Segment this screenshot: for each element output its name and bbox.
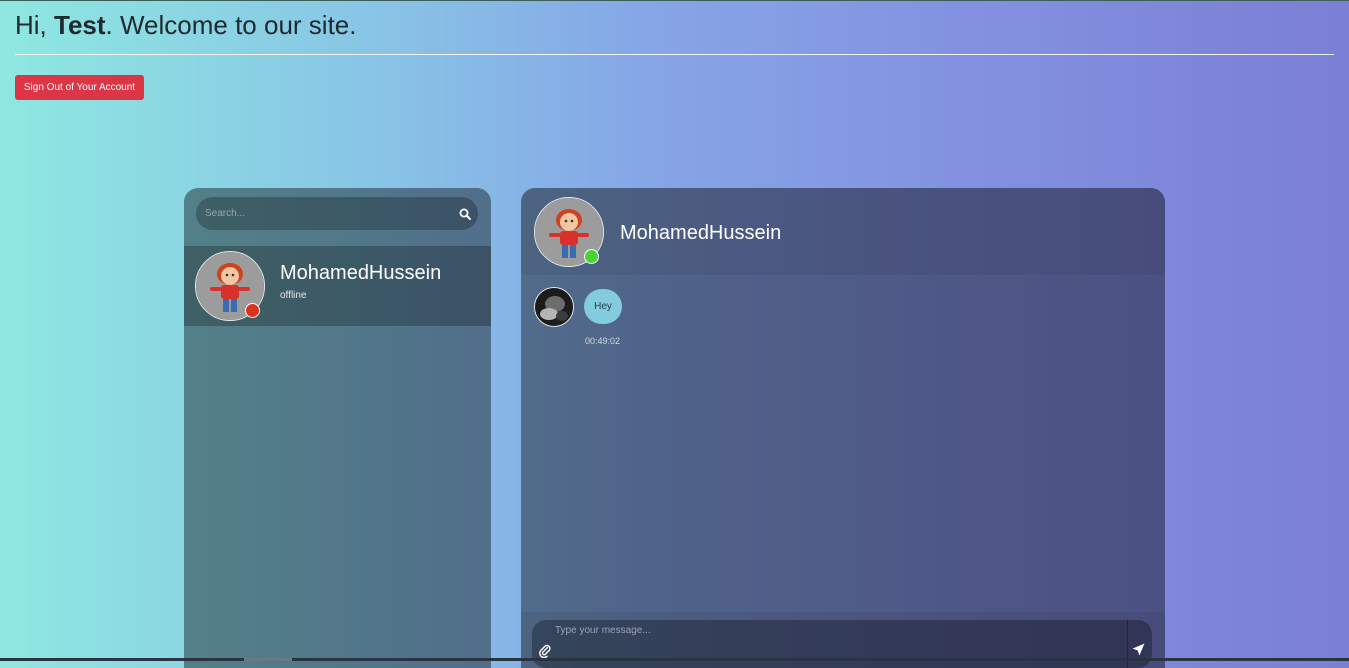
- search-input[interactable]: [196, 197, 445, 230]
- greeting-username: Test: [54, 10, 106, 40]
- search-box: [196, 197, 478, 230]
- search-icon[interactable]: [459, 208, 471, 220]
- message-input[interactable]: [555, 622, 1115, 638]
- online-status-dot: [584, 249, 599, 264]
- message-sender-avatar: [534, 287, 574, 327]
- sender-photo: [535, 288, 573, 326]
- contacts-list-empty-area: [184, 326, 491, 668]
- contact-item[interactable]: MohamedHussein offline: [184, 246, 491, 326]
- message-time: 00:49:02: [585, 336, 621, 346]
- signout-button[interactable]: Sign Out of Your Account: [15, 75, 144, 100]
- paperclip-icon[interactable]: [539, 644, 551, 658]
- chat-contact-name: MohamedHussein: [620, 222, 782, 244]
- page-title: Hi, Test. Welcome to our site.: [15, 10, 356, 41]
- contact-status: offline: [280, 290, 307, 301]
- send-icon[interactable]: [1132, 643, 1145, 656]
- contacts-panel: MohamedHussein offline: [184, 188, 491, 668]
- message-bubble: Hey: [584, 289, 622, 324]
- header-divider: [15, 54, 1334, 55]
- offline-status-dot: [245, 303, 260, 318]
- chat-panel: MohamedHussein Hey 00:49:02: [521, 188, 1165, 668]
- chat-header: MohamedHussein: [521, 188, 1165, 275]
- greeting-suffix: . Welcome to our site.: [105, 10, 357, 40]
- contact-name: MohamedHussein: [280, 262, 442, 284]
- top-border: [0, 0, 1349, 1]
- greeting-prefix: Hi,: [15, 10, 54, 40]
